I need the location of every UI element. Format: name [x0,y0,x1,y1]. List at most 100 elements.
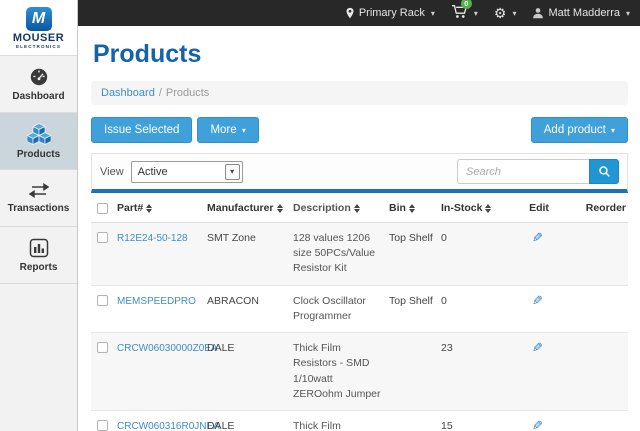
manufacturer-cell: DALE [207,411,293,431]
description-cell: Thick Film Resistors - SMD 1/10watt ZERO… [293,333,389,410]
select-arrow-icon: ▾ [225,164,240,180]
bin-cell [389,333,441,410]
location-pin-icon [345,7,355,20]
column-header-label: Bin [389,202,406,214]
part-number-link[interactable]: CRCW060316R0JNEA [117,421,220,431]
cart-badge: 0 [461,0,472,9]
view-select-value: Active [138,166,168,178]
reorder-cell [579,223,628,285]
description-cell: Thick Film Resistors - SMD 1/10watt 16oh… [293,411,389,431]
manufacturer-cell: DALE [207,333,293,410]
toolbar: Issue Selected More ▾ Add product ▾ [91,117,628,143]
sidebar-item-label: Dashboard [12,91,64,102]
issue-selected-button[interactable]: Issue Selected [91,117,192,143]
sort-arrows-icon [409,204,415,213]
manufacturer-cell: ABRACON [207,286,293,332]
column-header-part[interactable]: Part# [117,202,207,214]
mouser-logo: M MOUSER ELECTRONICS [0,0,77,56]
table-row: CRCW060316R0JNEA DALE Thick Film Resisto… [91,411,628,431]
user-menu[interactable]: Matt Madderra ▾ [532,7,630,19]
row-checkbox[interactable] [97,420,108,431]
sort-arrows-icon [146,204,152,213]
issue-selected-label: Issue Selected [104,124,179,136]
mouser-logo-title: MOUSER [13,33,64,44]
column-header-description[interactable]: Description [293,202,389,214]
products-table: Part# Manufacturer Description Bin In-St… [91,193,628,431]
sort-arrows-icon [354,204,360,213]
in-stock-cell: 23 [441,333,499,410]
main-content: Products Dashboard/Products Issue Select… [79,26,640,431]
location-label: Primary Rack [359,7,425,19]
row-checkbox[interactable] [97,342,108,353]
view-select[interactable]: Active ▾ [131,161,243,183]
more-button[interactable]: More ▾ [197,117,258,143]
part-number-link[interactable]: MEMSPEEDPRO [117,296,196,307]
bar-chart-icon [29,238,49,258]
row-checkbox[interactable] [97,232,108,243]
search-input[interactable] [457,159,589,184]
breadcrumb-current: Products [166,87,209,99]
sort-arrows-icon [485,204,491,213]
in-stock-cell: 0 [441,223,499,285]
edit-pencil-icon[interactable]: ✎ [532,419,543,431]
cart-menu[interactable]: 0 ▾ [451,4,478,22]
column-header-reorder: Reorder [579,202,628,214]
view-label: View [100,166,124,178]
table-body: R12E24-50-128 SMT Zone 128 values 1206 s… [91,223,628,431]
breadcrumb-separator: / [159,87,162,99]
chevron-down-icon: ▾ [626,9,630,18]
table-row: R12E24-50-128 SMT Zone 128 values 1206 s… [91,223,628,286]
gear-icon: ⚙ [494,6,507,20]
location-selector[interactable]: Primary Rack ▾ [345,7,435,20]
chevron-down-icon: ▾ [242,126,246,135]
sidebar-item-label: Reports [20,262,58,273]
search-group [457,159,619,184]
column-header-label: Edit [529,202,549,214]
table-row: CRCW06030000Z0EA DALE Thick Film Resisto… [91,333,628,411]
sidebar-item-products[interactable]: Products [0,113,77,170]
edit-pencil-icon[interactable]: ✎ [532,294,543,307]
column-header-bin[interactable]: Bin [389,202,441,214]
transfer-arrows-icon [29,182,49,199]
app-window: Primary Rack ▾ 0 ▾ ⚙ ▾ Matt Madderr [0,0,640,431]
in-stock-cell: 0 [441,286,499,332]
filter-bar: View Active ▾ [91,153,628,193]
search-icon [598,165,611,178]
mouser-logo-subtitle: ELECTRONICS [16,44,61,50]
bin-cell: Top Shelf [389,286,441,332]
manufacturer-cell: SMT Zone [207,223,293,285]
column-header-label: Manufacturer [207,202,274,214]
sidebar-item-label: Products [17,149,60,160]
reorder-cell [579,286,628,332]
more-label: More [210,124,236,136]
user-name: Matt Madderra [548,7,620,19]
user-icon [532,7,544,19]
search-button[interactable] [589,159,619,184]
column-header-edit: Edit [499,202,579,214]
in-stock-cell: 15 [441,411,499,431]
sidebar-item-dashboard[interactable]: Dashboard [0,56,77,113]
bin-cell: Top Shelf [389,223,441,285]
settings-menu[interactable]: ⚙ ▾ [494,6,517,20]
column-header-manufacturer[interactable]: Manufacturer [207,202,293,214]
column-header-instock[interactable]: In-Stock [441,202,499,214]
topbar: Primary Rack ▾ 0 ▾ ⚙ ▾ Matt Madderr [78,0,640,26]
column-header-label: Reorder [586,202,626,214]
sidebar: M MOUSER ELECTRONICS Dashboard [0,0,78,431]
part-number-link[interactable]: R12E24-50-128 [117,233,188,244]
part-number-link[interactable]: CRCW06030000Z0EA [117,343,218,354]
row-checkbox[interactable] [97,295,108,306]
sidebar-item-reports[interactable]: Reports [0,227,77,284]
breadcrumb-dashboard-link[interactable]: Dashboard [101,87,155,99]
sidebar-item-transactions[interactable]: Transactions [0,170,77,227]
chevron-down-icon: ▾ [512,9,516,18]
column-header-label: In-Stock [441,202,482,214]
edit-pencil-icon[interactable]: ✎ [532,341,543,354]
edit-pencil-icon[interactable]: ✎ [532,231,543,244]
sort-arrows-icon [277,204,283,213]
add-product-button[interactable]: Add product ▾ [531,117,628,143]
add-product-label: Add product [544,124,606,136]
bin-cell [389,411,441,431]
select-all-checkbox[interactable] [97,203,108,214]
reorder-cell [579,411,628,431]
